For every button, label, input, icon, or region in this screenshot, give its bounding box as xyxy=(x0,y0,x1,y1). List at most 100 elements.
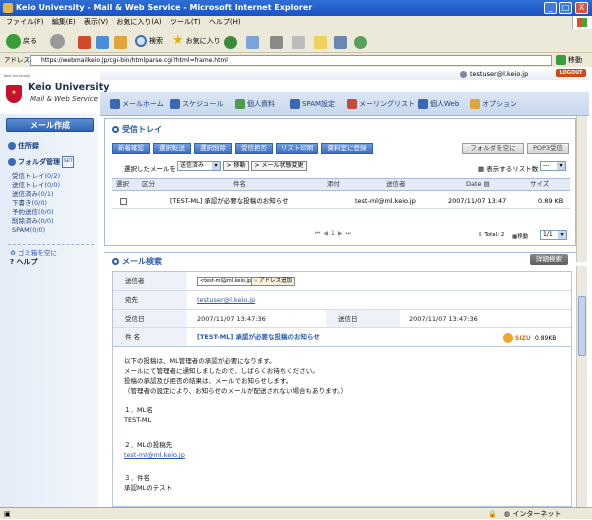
page-number[interactable]: 1 xyxy=(331,230,335,238)
brand-subtitle: Mail & Web Service xyxy=(30,95,98,103)
folder-spam[interactable]: SPAM(0/0) xyxy=(12,226,45,235)
col-select: 選択 xyxy=(116,180,129,188)
folder-scheduled[interactable]: 予約送信(0/0) xyxy=(12,208,54,217)
trash-icon: ♻ xyxy=(10,249,16,257)
row-subject[interactable]: [TEST-ML] 承認が必要な投稿のお知らせ xyxy=(170,196,289,207)
delete-selected-button[interactable]: 選択削除 xyxy=(194,143,232,154)
check-new-button[interactable]: 新着確認 xyxy=(112,143,150,154)
next-page-icon[interactable]: ▶ xyxy=(338,230,343,238)
move-folder-select[interactable]: 送信済み ▾ xyxy=(177,161,221,171)
menu-file[interactable]: ファイル(F) xyxy=(6,18,44,26)
prev-page-icon[interactable]: ◀ xyxy=(323,230,328,238)
empty-trash-link[interactable]: ♻ ゴミ箱を空に xyxy=(10,247,57,257)
dropdown-arrow-icon: ▾ xyxy=(212,162,220,170)
home-button[interactable] xyxy=(114,34,127,50)
print-list-button[interactable]: リスト印刷 xyxy=(276,143,318,154)
register-archive-button[interactable]: 資料室に登録 xyxy=(321,143,373,154)
total-icon: ⇩ xyxy=(478,232,483,238)
compose-button[interactable]: メール作成 xyxy=(6,118,94,132)
pop3-receive-button[interactable]: POP3受信 xyxy=(527,143,569,154)
logout-button[interactable]: LOGOUT xyxy=(556,69,586,77)
message-size: 0.89KB xyxy=(535,335,557,342)
from-label: 送信者 xyxy=(113,272,187,290)
folder-button[interactable] xyxy=(314,34,327,50)
print-button[interactable] xyxy=(270,34,283,50)
col-date[interactable]: Date ▤ xyxy=(466,179,490,190)
web-icon xyxy=(418,99,428,109)
message-scrollbar[interactable] xyxy=(576,266,587,507)
back-arrow-icon xyxy=(6,33,21,49)
list-count-select[interactable]: --- ▾ xyxy=(540,161,566,171)
shield-icon xyxy=(290,99,300,109)
scroll-thumb[interactable] xyxy=(578,296,586,356)
address-input[interactable]: https://webmailkeio.jp/cgi-bin/htmlparse… xyxy=(30,55,552,66)
menu-tools[interactable]: ツール(T) xyxy=(170,18,201,26)
menu-view[interactable]: 表示(V) xyxy=(84,18,108,26)
favorites-button[interactable]: ★ お気に入り xyxy=(172,33,221,49)
last-page-icon[interactable]: ⏭ xyxy=(345,230,350,238)
nav-mail-home[interactable]: メールホーム xyxy=(110,98,164,110)
move-button[interactable]: > 移動 xyxy=(223,161,249,171)
from-value[interactable]: <test-ml@ml.keio.jp> xyxy=(197,277,259,286)
forward-selected-button[interactable]: 選択転送 xyxy=(153,143,191,154)
close-button[interactable]: X xyxy=(575,2,588,14)
nav-spam-settings[interactable]: SPAM設定 xyxy=(290,98,335,110)
folder-sent[interactable]: 送信済み(0/1) xyxy=(12,190,54,199)
page-select[interactable]: 1/1 ▾ xyxy=(540,230,567,240)
minimize-button[interactable]: _ xyxy=(544,2,557,14)
nav-personal-data[interactable]: 個人資料 xyxy=(235,98,275,110)
menu-help[interactable]: ヘルプ(H) xyxy=(209,18,241,26)
help-link[interactable]: ? ヘルプ xyxy=(10,257,38,267)
first-page-icon[interactable]: ⏮ xyxy=(315,230,320,238)
nav-options[interactable]: オプション xyxy=(470,98,517,110)
col-size[interactable]: サイズ xyxy=(530,179,549,190)
keio-shield-icon: ✦ xyxy=(6,85,22,103)
stop-button[interactable] xyxy=(78,34,91,50)
refresh-button[interactable] xyxy=(96,34,109,50)
to-value[interactable]: testuser@l.keio.jp xyxy=(197,291,255,309)
empty-folder-button[interactable]: フォルダを空に xyxy=(462,143,524,154)
folder-inbox[interactable]: 受信トレイ(0/2) xyxy=(12,172,60,181)
messenger-button[interactable] xyxy=(354,34,367,50)
reject-button[interactable]: 受信拒否 xyxy=(235,143,273,154)
back-button[interactable]: 戻る xyxy=(6,33,37,49)
forward-arrow-icon xyxy=(50,33,65,49)
nav-schedule[interactable]: スケジュール xyxy=(170,98,224,110)
menu-edit[interactable]: 編集(E) xyxy=(52,18,76,26)
dropdown-arrow-icon: ▾ xyxy=(558,231,566,239)
detail-search-button[interactable]: 詳細検索 xyxy=(530,254,568,265)
list-count-icon: ▦ xyxy=(478,165,485,173)
edit-button[interactable] xyxy=(292,34,305,50)
search-title[interactable]: メール検索 xyxy=(112,256,162,267)
folder-outbox[interactable]: 送信トレイ(0/0) xyxy=(12,181,60,190)
research-button[interactable] xyxy=(334,34,347,50)
folder-deleted[interactable]: 削除済み(0/0) xyxy=(12,217,54,226)
maximize-button[interactable]: □ xyxy=(559,2,572,14)
body-link[interactable]: test-ml@ml.keio.jp xyxy=(124,451,185,460)
nav-mailing-list[interactable]: メーリングリスト xyxy=(347,98,415,110)
body-line: メールにて管理者に通知しましたので、しばらくお待ちください。 xyxy=(124,367,319,375)
mail-button[interactable] xyxy=(246,34,259,50)
inbox-title-icon xyxy=(112,126,119,133)
menu-favorites[interactable]: お気に入り(A) xyxy=(116,18,161,26)
body-line: 投稿の承認及び拒否の結果は、メールでお知らせします。 xyxy=(124,377,293,385)
folder-manage-link[interactable]: フォルダ管理 SET xyxy=(8,156,75,168)
col-subject[interactable]: 件名 xyxy=(233,179,246,190)
ie-icon xyxy=(3,3,13,13)
address-book-link[interactable]: 住所録 xyxy=(8,141,39,151)
go-button[interactable]: 移動 xyxy=(556,55,582,65)
header-divider xyxy=(113,309,571,310)
folder-drafts[interactable]: 下書き(0/0) xyxy=(12,199,47,208)
col-sender[interactable]: 送信者 xyxy=(386,179,406,190)
forward-button[interactable] xyxy=(50,33,65,49)
research-icon xyxy=(334,35,347,49)
row-date: 2007/11/07 13:47 xyxy=(448,197,507,205)
history-button[interactable] xyxy=(224,34,237,50)
search-button[interactable]: 検索 xyxy=(135,33,163,49)
mail-state-button[interactable]: > メール状態変更 xyxy=(251,161,307,171)
row-checkbox[interactable] xyxy=(120,198,127,205)
add-address-button[interactable]: » アドレス追加 xyxy=(251,277,296,286)
nav-personal-web[interactable]: 個人Web xyxy=(418,98,459,110)
folder-set-badge[interactable]: SET xyxy=(62,156,75,168)
inbox-scrollbar[interactable] xyxy=(576,116,587,262)
